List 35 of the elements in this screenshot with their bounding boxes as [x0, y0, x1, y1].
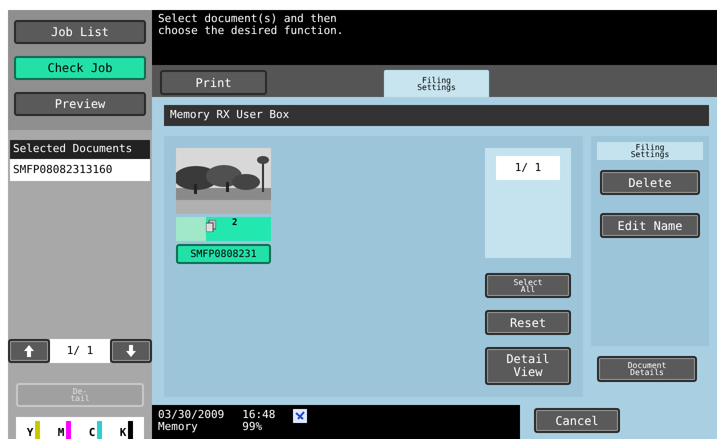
cancel-button[interactable]: Cancel [534, 408, 620, 433]
side-menu-button[interactable]: Preview [14, 92, 146, 116]
box-title-bar: Memory RX User Box [164, 105, 709, 126]
tab[interactable]: Filing Settings [383, 69, 490, 97]
down-arrow-button[interactable] [110, 339, 152, 363]
panel-title: Filing Settings [597, 142, 703, 160]
page-count: 2 [232, 217, 238, 230]
toner-label: M [58, 427, 64, 439]
side-menu-button[interactable]: Job List [14, 20, 146, 44]
action-button[interactable]: Detail View [485, 347, 571, 385]
page-counter: 1/ 1 [496, 156, 560, 180]
status-icon [293, 409, 308, 423]
side-menu-button[interactable]: Check Job [14, 56, 146, 80]
memory-label: Memory [158, 421, 199, 433]
toner-label: K [120, 427, 126, 439]
instruction-text: Select document(s) and then choose the desired function. [157, 11, 344, 39]
up-arrow-icon [24, 345, 34, 357]
document-details-button[interactable]: Document Details [597, 356, 697, 382]
list-header: Selected Documents [10, 140, 150, 159]
date-text: 03/30/2009 [158, 409, 224, 421]
toner-label: C [88, 427, 96, 439]
page-indicator: 1/ 1 [50, 339, 110, 363]
memory-value: 99% [242, 421, 264, 433]
action-button[interactable]: Reset [485, 310, 571, 335]
document-name-button[interactable]: SMFP0808231 [176, 244, 271, 264]
toner-label: Y [26, 427, 34, 439]
time-text: 16:48 [242, 409, 276, 421]
action-button[interactable]: Select All [485, 273, 571, 298]
tab[interactable]: Print [160, 70, 267, 95]
selected-document[interactable]: SMFP08082313160 [10, 159, 150, 181]
filing-button[interactable]: Edit Name [600, 213, 700, 238]
down-arrow-icon [126, 345, 136, 357]
pages-icon [206, 220, 216, 232]
up-arrow-button[interactable] [8, 339, 50, 363]
filing-button[interactable]: Delete [600, 170, 700, 195]
